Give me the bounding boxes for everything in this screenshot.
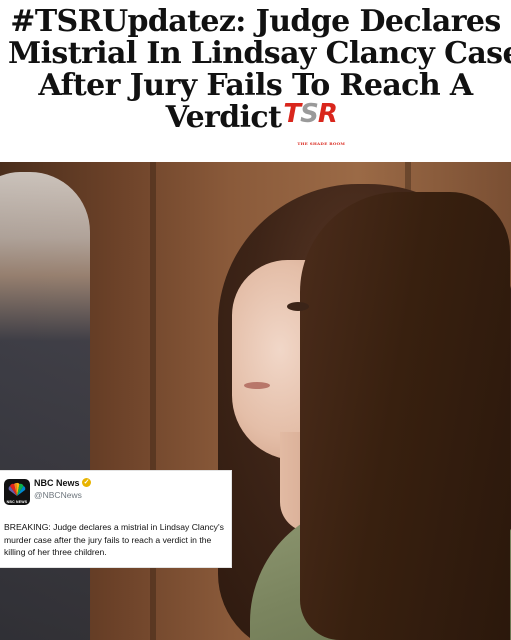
verified-badge-icon: ✓	[82, 478, 91, 487]
tweet-card: NBC NEWS NBC News ✓ @NBCNews BREAKING: J…	[0, 470, 232, 568]
tsr-logo-r: R	[317, 99, 338, 129]
subject-eye	[287, 302, 309, 311]
subject-lips	[244, 382, 270, 389]
headline-line-4: Verdict	[165, 100, 282, 135]
headline-banner: #TSRUpdatez: Judge Declares Mistrial In …	[0, 0, 511, 162]
tweet-account-name: NBC News	[34, 478, 80, 488]
courtroom-photo	[0, 162, 511, 640]
tsr-logo-tagline: THE SHADE ROOM	[297, 141, 346, 146]
tsr-logo: TSR THE SHADE ROOM	[283, 99, 345, 146]
tsr-logo-mark: TSR	[283, 99, 338, 129]
nbc-peacock-icon: NBC NEWS	[4, 479, 30, 505]
headline-title: #TSRUpdatez: Judge Declares Mistrial In …	[8, 4, 511, 147]
nbc-logo-text: NBC NEWS	[6, 500, 28, 504]
tsr-logo-t: T	[283, 99, 301, 129]
tweet-account-handle: @NBCNews	[34, 490, 82, 500]
tweet-text: BREAKING: Judge declares a mistrial in L…	[4, 522, 224, 557]
headline-line-3: After Jury Fails To Reach A	[38, 68, 473, 103]
headline-line-1: #TSRUpdatez: Judge Declares	[10, 4, 501, 39]
tsr-logo-s: S	[300, 99, 319, 129]
headline-line-2: Mistrial In Lindsay Clancy Case	[8, 36, 511, 71]
nbc-peacock-graphic	[8, 482, 26, 496]
background-person	[0, 172, 90, 640]
wall-panel-line	[150, 162, 156, 640]
headline-line-4-wrapper: Verdict TSR THE SHADE ROOM	[8, 99, 503, 146]
subject-hair-front	[300, 192, 510, 640]
